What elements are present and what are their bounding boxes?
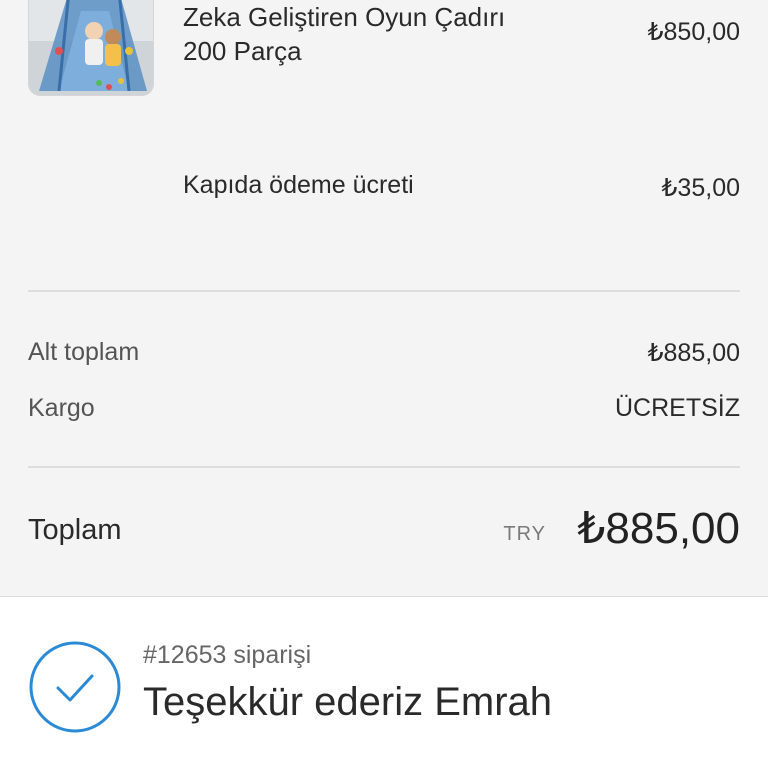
order-number: #12653 siparişi	[143, 641, 312, 669]
check-circle-icon	[28, 640, 122, 734]
order-summary-panel: Zeka Geliştiren Oyun Çadırı 200 Parça ₺8…	[0, 0, 768, 597]
total-currency: TRY	[503, 523, 546, 545]
cod-fee-label: Kapıda ödeme ücreti	[183, 171, 414, 199]
divider	[28, 290, 740, 292]
subtotal-value: ₺885,00	[647, 339, 740, 367]
product-price: ₺850,00	[647, 18, 740, 46]
total-label: Toplam	[28, 514, 122, 546]
product-name-line2: 200 Parça	[183, 36, 302, 66]
product-name-line1: Zeka Geliştiren Oyun Çadırı	[183, 2, 506, 32]
total-value: ₺885,00	[577, 504, 740, 553]
shipping-value: ÜCRETSİZ	[615, 394, 740, 422]
cod-fee-value: ₺35,00	[661, 174, 740, 202]
subtotal-label: Alt toplam	[28, 338, 140, 366]
play-tent-product-photo	[29, 0, 153, 95]
product-name: Zeka Geliştiren Oyun Çadırı 200 Parça	[183, 0, 583, 68]
divider	[28, 466, 740, 468]
thank-you-heading: Teşekkür ederiz Emrah	[143, 680, 553, 724]
shipping-label: Kargo	[28, 394, 95, 422]
product-thumbnail	[28, 0, 154, 96]
